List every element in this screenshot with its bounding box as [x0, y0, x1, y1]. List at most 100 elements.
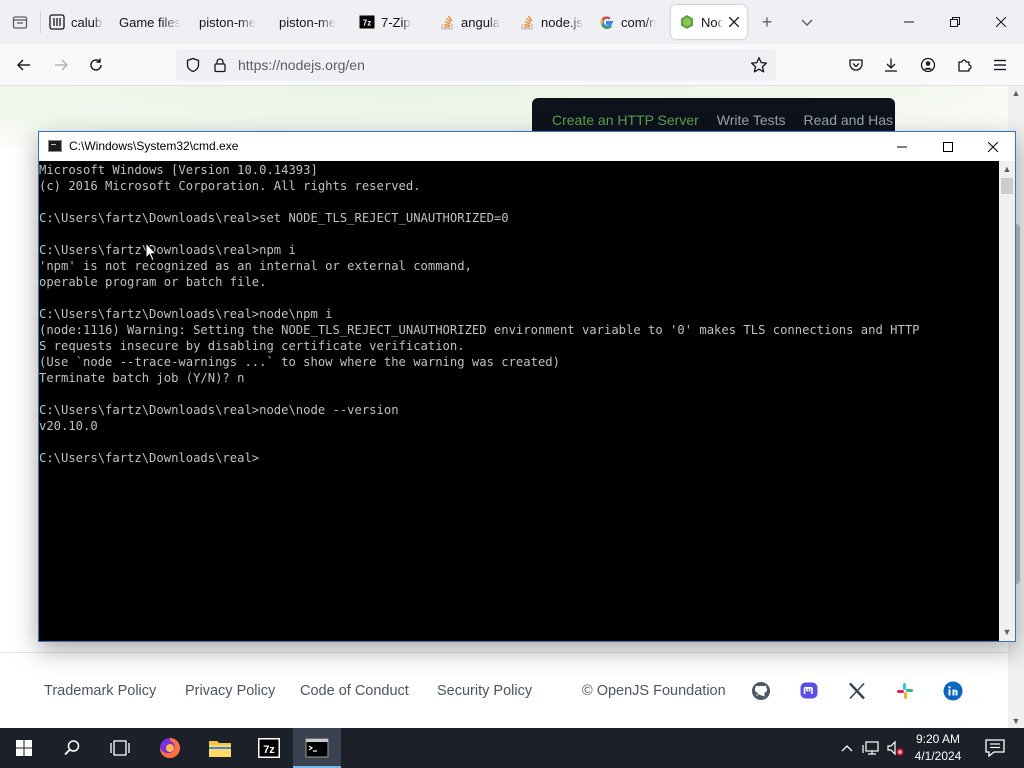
reload-button[interactable] [80, 49, 112, 81]
browser-tab[interactable]: node.js [511, 5, 591, 39]
pocket-button[interactable] [840, 49, 872, 81]
network-icon[interactable] [862, 738, 880, 758]
start-button[interactable] [0, 728, 48, 768]
browser-tab-strip: calubj Game files piston-me piston-me 7z 7-Zi… [0, 0, 1024, 44]
pocket-icon [849, 59, 863, 71]
close-icon [996, 17, 1006, 27]
mouse-pointer-icon [145, 242, 157, 262]
cmd-scrollbar-thumb[interactable] [1001, 178, 1013, 194]
taskbar-cmd[interactable] [293, 728, 341, 768]
console-line: Terminate batch job (Y/N)? n [39, 371, 245, 385]
downloads-button[interactable] [875, 49, 907, 81]
browser-restore-button[interactable] [932, 0, 978, 44]
download-icon [885, 58, 897, 72]
scroll-up-arrow-icon[interactable]: ▲ [1011, 88, 1021, 98]
browser-tab[interactable]: piston-me [191, 5, 271, 39]
svg-text:7z: 7z [263, 744, 275, 756]
search-icon [64, 740, 80, 756]
cmd-close-button[interactable] [970, 132, 1016, 161]
cmd-title-bar[interactable]: C:\Windows\System32\cmd.exe [39, 132, 1015, 161]
browser-tab[interactable]: Game files [111, 5, 191, 39]
show-hidden-icons-chevron-up-icon[interactable] [838, 738, 856, 758]
forward-button[interactable] [45, 49, 77, 81]
search-button[interactable] [48, 728, 96, 768]
cmd-app-icon[interactable] [48, 140, 62, 152]
clock-time: 9:20 AM [915, 732, 961, 746]
volume-muted-icon[interactable] [886, 738, 904, 758]
firefox-view-button[interactable] [0, 0, 40, 44]
footer-link-code-of-conduct[interactable]: Code of Conduct [300, 683, 409, 699]
github-icon[interactable] [750, 680, 772, 702]
stackoverflow-favicon-icon [519, 14, 535, 30]
back-button[interactable] [8, 49, 40, 81]
console-line: C:\Users\fartz\Downloads\real>node\node … [39, 403, 399, 417]
app-menu-button[interactable] [984, 49, 1016, 81]
forward-arrow-icon [55, 59, 68, 71]
account-button[interactable] [912, 49, 944, 81]
task-view-button[interactable] [96, 728, 144, 768]
browser-tab-title: piston-me [199, 14, 257, 30]
scroll-down-arrow-icon[interactable]: ▼ [1011, 716, 1021, 726]
restore-icon [950, 17, 960, 27]
console-line: S requests insecure by disabling certifi… [39, 339, 465, 353]
address-bar[interactable]: https://nodejs.org/en [176, 49, 776, 81]
cmd-scroll-up-arrow-icon[interactable]: ▲ [1002, 164, 1012, 174]
x-twitter-icon[interactable] [846, 680, 868, 702]
footer-copyright: © OpenJS Foundation [582, 683, 726, 699]
browser-tab[interactable]: 7z 7-Zip [351, 5, 431, 39]
browser-close-button[interactable] [978, 0, 1024, 44]
console-output[interactable]: Microsoft Windows [Version 10.0.14393] (c… [39, 161, 999, 641]
windows-taskbar: 7z 9:20 AM 4/1/2024 [0, 728, 1024, 768]
browser-tab-title: node.js [541, 14, 583, 30]
footer-link-privacy-policy[interactable]: Privacy Policy [185, 683, 275, 699]
calubj-favicon-icon [49, 14, 65, 30]
browser-tab-title: Nod [701, 14, 723, 30]
list-all-tabs-button[interactable] [787, 0, 827, 44]
lock-icon[interactable] [211, 56, 229, 74]
tracking-protection-shield-icon[interactable] [184, 56, 202, 74]
browser-minimize-button[interactable] [886, 0, 932, 44]
mastodon-icon[interactable] [798, 680, 820, 702]
cmd-window[interactable]: C:\Windows\System32\cmd.exe Microsoft Wi… [38, 131, 1016, 642]
close-tab-icon[interactable] [728, 15, 740, 30]
bookmark-star-icon[interactable] [750, 56, 768, 74]
plus-icon: + [761, 11, 773, 32]
extensions-button[interactable] [948, 49, 980, 81]
console-line: C:\Users\fartz\Downloads\real> [39, 451, 260, 465]
taskbar-firefox[interactable] [146, 728, 194, 768]
url-text[interactable]: https://nodejs.org/en [238, 57, 365, 73]
browser-tab[interactable]: angula [431, 5, 511, 39]
cmd-maximize-button[interactable] [925, 132, 971, 161]
console-line: C:\Users\fartz\Downloads\real>set NODE_T… [39, 211, 509, 225]
action-center-notifications-icon[interactable] [984, 738, 1006, 758]
task-view-icon [110, 740, 130, 756]
hamburger-menu-icon [994, 59, 1006, 71]
minimize-icon [897, 146, 907, 147]
reload-icon [90, 58, 102, 71]
cmd-scroll-down-arrow-icon[interactable]: ▼ [1002, 627, 1012, 637]
browser-tab[interactable]: Nod [671, 5, 747, 39]
taskbar-file-explorer[interactable] [196, 728, 244, 768]
minimize-icon [904, 21, 914, 23]
browser-tab[interactable]: piston-me [271, 5, 351, 39]
browser-tab-title: piston-me [279, 14, 337, 30]
slack-icon[interactable] [894, 680, 916, 702]
linkedin-icon[interactable] [942, 680, 964, 702]
browser-tab[interactable]: com/n [591, 5, 671, 39]
console-line: 'npm' is not recognized as an internal o… [39, 259, 472, 273]
cmd-minimize-button[interactable] [879, 132, 925, 161]
cmd-scrollbar[interactable]: ▲ ▼ [999, 161, 1015, 641]
taskbar-clock[interactable]: 9:20 AM 4/1/2024 [906, 731, 970, 765]
footer-link-security-policy[interactable]: Security Policy [437, 683, 532, 699]
desktop: calubj Game files piston-me piston-me 7z 7-Zi… [0, 0, 1024, 768]
footer-link-trademark-policy[interactable]: Trademark Policy [44, 683, 156, 699]
browser-tab[interactable]: calubj [41, 5, 111, 39]
console-line: C:\Users\fartz\Downloads\real>node\npm i [39, 307, 333, 321]
taskbar-7zip[interactable]: 7z [245, 728, 293, 768]
7zip-icon: 7z [258, 738, 280, 758]
account-icon [920, 57, 936, 73]
clock-date: 4/1/2024 [914, 749, 962, 763]
new-tab-button[interactable]: + [747, 0, 787, 44]
